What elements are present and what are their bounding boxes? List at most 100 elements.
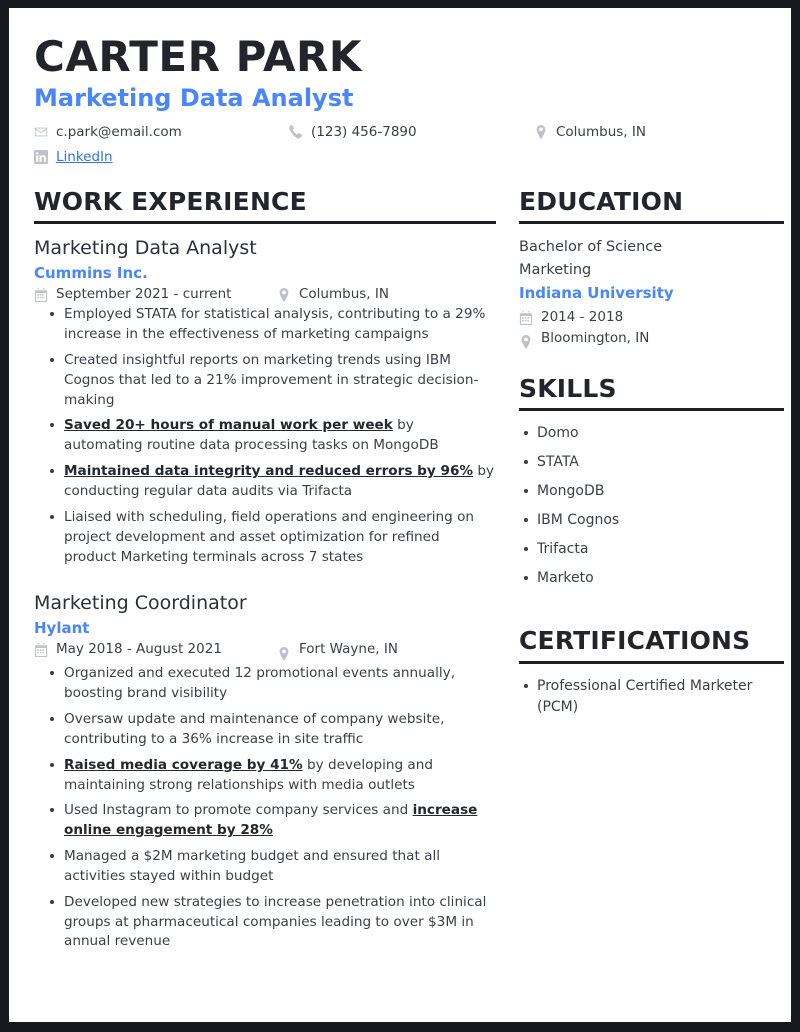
section-work-experience: WORK EXPERIENCE Marketing Data Analyst C… xyxy=(34,188,496,952)
resume-body: WORK EXPERIENCE Marketing Data Analyst C… xyxy=(34,188,784,958)
page-title: CARTER PARK xyxy=(34,32,362,81)
list-item: Marketo xyxy=(524,568,784,589)
contact-email-text: c.park@email.com xyxy=(56,124,182,141)
bullet-highlight: Raised media coverage by 41% xyxy=(64,756,303,773)
list-item: Domo xyxy=(524,423,784,444)
education-dates: 2014 - 2018 xyxy=(519,309,784,325)
contact-linkedin[interactable]: LinkedIn xyxy=(34,148,289,166)
bullet-item: Managed a $2M marketing budget and ensur… xyxy=(50,847,496,887)
job-location: Columbus, IN xyxy=(277,286,389,302)
envelope-icon xyxy=(34,125,48,139)
page-frame: CARTER PARK Marketing Data Analyst c.par… xyxy=(0,0,800,1032)
bullet-text: Employed STATA for statistical analysis,… xyxy=(64,306,486,343)
section-heading-education: EDUCATION xyxy=(519,186,684,216)
bullet-item: Oversaw update and maintenance of compan… xyxy=(50,710,496,750)
bullet-text: Created insightful reports on marketing … xyxy=(64,351,479,408)
section-skills: SKILLS Domo STATA MongoDB IBM Cognos Trifact… xyxy=(519,375,784,590)
bullet-text: Used Instagram to promote company servic… xyxy=(64,802,413,819)
job-location: Fort Wayne, IN xyxy=(277,641,398,662)
education-school: Indiana University xyxy=(519,284,674,303)
job-title: Marketing Coordinator xyxy=(34,592,247,615)
skills-list: Domo STATA MongoDB IBM Cognos Trifacta Market… xyxy=(519,423,784,589)
job-bullets: Organized and executed 12 promotional ev… xyxy=(34,664,496,952)
contact-location-text: Columbus, IN xyxy=(556,124,646,141)
bullet-item: Used Instagram to promote company servic… xyxy=(50,801,496,841)
location-pin-icon xyxy=(277,647,291,662)
education-degree: Bachelor of Science xyxy=(519,239,663,256)
bullet-item: Saved 20+ hours of manual work per week … xyxy=(50,416,496,456)
section-rule xyxy=(519,660,784,664)
job-company: Cummins Inc. xyxy=(34,263,148,282)
contact-row-2: LinkedIn xyxy=(34,148,766,166)
bullet-text: Oversaw update and maintenance of compan… xyxy=(64,710,445,747)
right-column: EDUCATION Bachelor of Science Marketing … xyxy=(519,188,784,726)
bullet-text: Developed new strategies to increase pen… xyxy=(64,893,487,950)
job-location-text: Columbus, IN xyxy=(299,286,389,303)
job-dates-text: May 2018 - August 2021 xyxy=(56,641,222,658)
bullet-item: Raised media coverage by 41% by developi… xyxy=(50,756,496,796)
education-location-text: Bloomington, IN xyxy=(541,329,650,346)
calendar-icon xyxy=(519,310,533,325)
list-item: MongoDB xyxy=(524,481,784,502)
bullet-item: Created insightful reports on marketing … xyxy=(50,351,496,411)
bullet-item: Employed STATA for statistical analysis,… xyxy=(50,305,496,345)
bullet-text: Organized and executed 12 promotional ev… xyxy=(64,665,456,702)
job-dates: May 2018 - August 2021 xyxy=(34,641,277,658)
list-item: Professional Certified Marketer (PCM) xyxy=(524,676,784,718)
section-certifications: CERTIFICATIONS Professional Certified Ma… xyxy=(519,627,784,718)
left-column: WORK EXPERIENCE Marketing Data Analyst C… xyxy=(34,188,496,958)
contact-email[interactable]: c.park@email.com xyxy=(34,123,289,141)
section-education: EDUCATION Bachelor of Science Marketing … xyxy=(519,188,784,349)
job-bullets: Employed STATA for statistical analysis,… xyxy=(34,305,496,567)
job-meta: September 2021 - current Columbus, IN xyxy=(34,286,496,303)
contact-phone[interactable]: (123) 456-7890 xyxy=(289,123,534,141)
list-item: Trifacta xyxy=(524,539,784,560)
list-item: STATA xyxy=(524,452,784,473)
resume-header: CARTER PARK Marketing Data Analyst c.par… xyxy=(34,34,766,166)
contact-block: c.park@email.com (123) 456-7890 Columbus… xyxy=(34,123,766,165)
section-heading-skills: SKILLS xyxy=(519,373,617,403)
linkedin-icon xyxy=(34,149,48,164)
education-location: Bloomington, IN xyxy=(519,330,784,349)
education-field: Marketing xyxy=(519,261,592,278)
job-dates: September 2021 - current xyxy=(34,286,277,303)
contact-row-1: c.park@email.com (123) 456-7890 Columbus… xyxy=(34,123,766,141)
bullet-item: Liaised with scheduling, field operation… xyxy=(50,508,496,568)
location-pin-icon xyxy=(519,334,533,349)
location-pin-icon xyxy=(277,288,291,303)
job-meta: May 2018 - August 2021 Fort Wayne, IN xyxy=(34,641,496,662)
phone-icon xyxy=(289,125,303,140)
job-dates-text: September 2021 - current xyxy=(56,286,232,303)
job-location-text: Fort Wayne, IN xyxy=(299,641,398,658)
section-rule xyxy=(519,408,784,412)
job-title-subtitle: Marketing Data Analyst xyxy=(34,84,354,113)
bullet-highlight: Maintained data integrity and reduced er… xyxy=(64,463,474,480)
location-pin-icon xyxy=(534,125,548,140)
bullet-item: Developed new strategies to increase pen… xyxy=(50,893,496,953)
section-rule xyxy=(34,221,496,225)
linkedin-link[interactable]: LinkedIn xyxy=(56,148,113,166)
bullet-text: Managed a $2M marketing budget and ensur… xyxy=(64,848,441,884)
job-entry: Marketing Data Analyst Cummins Inc. Sept… xyxy=(34,236,496,567)
section-rule xyxy=(519,221,784,225)
section-heading-certifications: CERTIFICATIONS xyxy=(519,626,751,656)
calendar-icon xyxy=(34,288,48,303)
list-item: IBM Cognos xyxy=(524,510,784,531)
education-dates-text: 2014 - 2018 xyxy=(541,308,624,325)
certifications-list: Professional Certified Marketer (PCM) xyxy=(519,676,784,718)
calendar-icon xyxy=(34,643,48,658)
contact-location: Columbus, IN xyxy=(534,123,734,141)
bullet-item: Organized and executed 12 promotional ev… xyxy=(50,664,496,704)
resume-page: CARTER PARK Marketing Data Analyst c.par… xyxy=(9,8,791,1022)
bullet-item: Maintained data integrity and reduced er… xyxy=(50,462,496,502)
contact-phone-text: (123) 456-7890 xyxy=(311,124,417,141)
job-title: Marketing Data Analyst xyxy=(34,237,257,260)
job-company: Hylant xyxy=(34,619,90,638)
job-entry: Marketing Coordinator Hylant May 2018 - … xyxy=(34,591,496,952)
bullet-highlight: Saved 20+ hours of manual work per week xyxy=(64,417,393,434)
bullet-text: Liaised with scheduling, field operation… xyxy=(64,508,475,565)
section-heading-work: WORK EXPERIENCE xyxy=(34,186,307,216)
